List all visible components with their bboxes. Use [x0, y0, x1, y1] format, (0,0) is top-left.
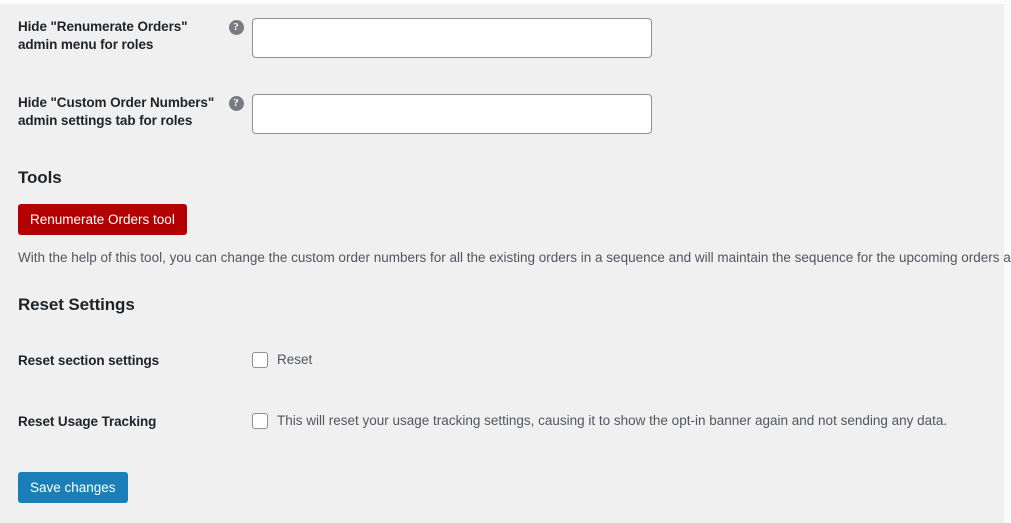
reset-usage-tracking-checkbox-text: This will reset your usage tracking sett…: [277, 413, 948, 428]
hide-custom-order-numbers-tab-input[interactable]: [252, 94, 652, 134]
hide-renumerate-orders-menu-input[interactable]: [252, 18, 652, 58]
field-row-hide-renumerate-orders-menu: Hide "Renumerate Orders" admin menu for …: [0, 18, 1011, 58]
reset-usage-tracking-checkbox[interactable]: [252, 413, 268, 429]
help-icon-wrap-1: ?: [220, 18, 252, 35]
reset-settings-heading: Reset Settings: [18, 295, 135, 314]
question-mark-circle-icon[interactable]: ?: [228, 20, 244, 35]
tools-description: With the help of this tool, you can chan…: [18, 250, 1011, 265]
question-mark-circle-icon[interactable]: ?: [228, 96, 244, 111]
reset-section-settings-checkbox-text: Reset: [277, 352, 313, 367]
field-row-hide-custom-order-numbers-tab: Hide "Custom Order Numbers" admin settin…: [0, 94, 1011, 134]
reset-section-settings-row: Reset section settings Reset: [0, 351, 1011, 369]
reset-section-settings-label: Reset section settings: [18, 352, 160, 368]
renumerate-orders-tool-button[interactable]: Renumerate Orders tool: [18, 204, 187, 235]
reset-usage-tracking-label: Reset Usage Tracking: [18, 413, 157, 429]
field-label-hide-renumerate-orders-menu: Hide "Renumerate Orders" admin menu for …: [18, 19, 188, 52]
page-top-edge: [0, 0, 1011, 4]
save-changes-button[interactable]: Save changes: [18, 472, 128, 503]
reset-section-settings-checkbox[interactable]: [252, 352, 268, 368]
tools-heading: Tools: [18, 168, 62, 187]
field-label-hide-custom-order-numbers-tab: Hide "Custom Order Numbers" admin settin…: [18, 95, 215, 128]
reset-usage-tracking-row: Reset Usage Tracking This will reset you…: [0, 412, 1011, 430]
help-icon-wrap-2: ?: [220, 94, 252, 111]
